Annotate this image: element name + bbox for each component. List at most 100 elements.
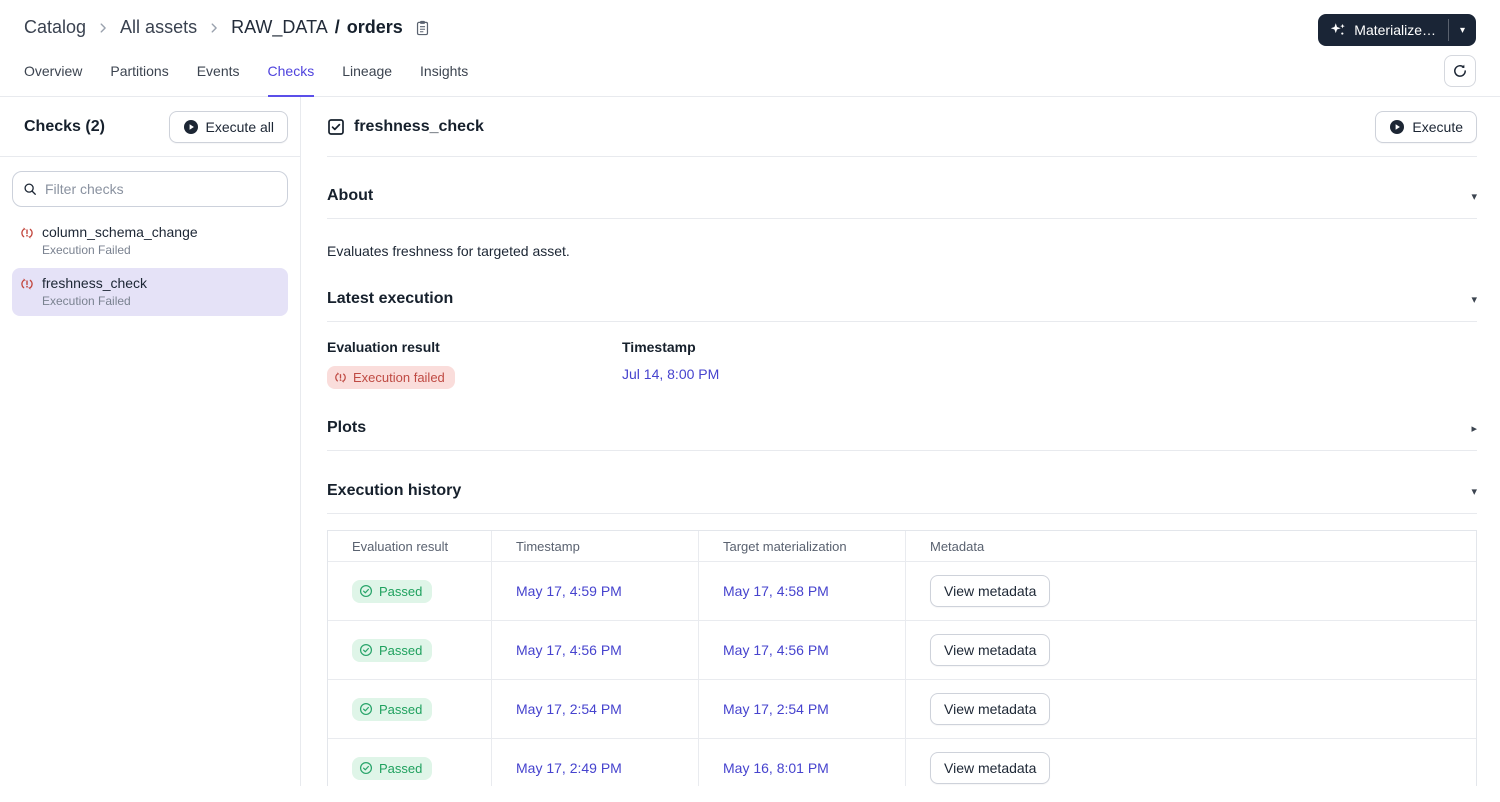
passed-badge-label: Passed bbox=[379, 701, 423, 717]
latest-timestamp-link[interactable]: Jul 14, 8:00 PM bbox=[622, 366, 719, 382]
content: Checks (2) Execute all column_schema_cha… bbox=[0, 97, 1500, 786]
row-timestamp-link[interactable]: May 17, 2:54 PM bbox=[516, 701, 622, 717]
execution-failed-badge: Execution failed bbox=[327, 366, 455, 389]
copy-icon[interactable] bbox=[415, 19, 430, 37]
check-title-row: freshness_check bbox=[327, 118, 484, 136]
sync-problem-icon bbox=[334, 371, 347, 384]
asset-path-slash: / bbox=[334, 17, 340, 37]
execute-all-label: Execute all bbox=[205, 118, 274, 135]
about-section-heading: About ▾ bbox=[327, 187, 1477, 205]
materialize-button[interactable]: Materialize… bbox=[1318, 14, 1448, 46]
materialize-split-button: Materialize… ▾ bbox=[1318, 14, 1476, 46]
execution-history-table: Evaluation result Timestamp Target mater… bbox=[327, 530, 1477, 786]
execute-button[interactable]: Execute bbox=[1375, 110, 1477, 143]
check-circle-icon bbox=[359, 584, 373, 598]
materialize-label: Materialize… bbox=[1354, 22, 1436, 38]
row-timestamp-link[interactable]: May 17, 2:49 PM bbox=[516, 760, 622, 776]
play-icon bbox=[183, 119, 199, 135]
check-list: column_schema_change Execution Failed fr… bbox=[0, 217, 300, 316]
check-status: Execution Failed bbox=[42, 294, 131, 308]
about-heading-label: About bbox=[327, 187, 374, 204]
breadcrumb-all-assets[interactable]: All assets bbox=[120, 17, 197, 38]
check-name: column_schema_change bbox=[42, 224, 198, 240]
row-target-link[interactable]: May 16, 8:01 PM bbox=[723, 760, 829, 776]
check-item-column-schema-change[interactable]: column_schema_change Execution Failed bbox=[12, 217, 288, 265]
evaluation-result-field: Evaluation result Execution failed bbox=[327, 339, 622, 389]
table-row: Passed May 17, 2:54 PM May 17, 2:54 PM V… bbox=[328, 679, 1476, 738]
check-name: freshness_check bbox=[42, 275, 148, 291]
evaluation-result-value: Execution failed bbox=[327, 366, 622, 389]
row-target-link[interactable]: May 17, 4:56 PM bbox=[723, 642, 829, 658]
caret-down-icon[interactable]: ▾ bbox=[1471, 293, 1477, 306]
view-metadata-button[interactable]: View metadata bbox=[930, 752, 1051, 784]
chevron-right-icon bbox=[207, 21, 221, 35]
asset-group[interactable]: RAW_DATA bbox=[231, 17, 328, 38]
refresh-button[interactable] bbox=[1444, 55, 1476, 87]
passed-badge-label: Passed bbox=[379, 760, 423, 776]
check-circle-icon bbox=[359, 643, 373, 657]
sparkle-icon bbox=[1329, 21, 1347, 39]
section-divider bbox=[327, 450, 1477, 451]
table-header-row: Evaluation result Timestamp Target mater… bbox=[328, 531, 1476, 561]
execution-history-heading: Execution history ▾ bbox=[327, 482, 1477, 500]
breadcrumb-asset: RAW_DATA / orders bbox=[231, 17, 403, 38]
refresh-icon bbox=[1452, 63, 1468, 79]
row-target-link[interactable]: May 17, 2:54 PM bbox=[723, 701, 829, 717]
row-timestamp-link[interactable]: May 17, 4:59 PM bbox=[516, 583, 622, 599]
passed-badge: Passed bbox=[352, 579, 433, 603]
search-icon bbox=[23, 182, 37, 196]
latest-execution-grid: Evaluation result Execution failed Times… bbox=[327, 339, 1477, 389]
plots-heading-label: Plots bbox=[327, 419, 367, 436]
execute-label: Execute bbox=[1412, 118, 1463, 135]
chevron-right-icon bbox=[96, 21, 110, 35]
sync-problem-icon bbox=[20, 224, 42, 240]
tab-checks[interactable]: Checks bbox=[267, 47, 315, 97]
caret-right-icon[interactable]: ▸ bbox=[1471, 422, 1477, 435]
play-icon bbox=[1389, 119, 1405, 135]
check-detail-pane: freshness_check Execute About ▾ Evaluate… bbox=[301, 97, 1500, 786]
passed-badge: Passed bbox=[352, 638, 433, 662]
view-metadata-button[interactable]: View metadata bbox=[930, 634, 1051, 666]
tab-lineage[interactable]: Lineage bbox=[342, 47, 392, 97]
check-circle-icon bbox=[359, 761, 373, 775]
tab-events[interactable]: Events bbox=[197, 47, 240, 97]
tab-partitions[interactable]: Partitions bbox=[110, 47, 168, 97]
row-target-link[interactable]: May 17, 4:58 PM bbox=[723, 583, 829, 599]
sidebar-header: Checks (2) Execute all bbox=[0, 97, 300, 157]
check-status: Execution Failed bbox=[42, 243, 131, 257]
checks-sidebar: Checks (2) Execute all column_schema_cha… bbox=[0, 97, 301, 786]
tab-insights[interactable]: Insights bbox=[420, 47, 468, 97]
filter-checks-input[interactable] bbox=[45, 181, 277, 197]
view-metadata-button[interactable]: View metadata bbox=[930, 693, 1051, 725]
evaluation-result-label: Evaluation result bbox=[327, 339, 440, 355]
check-title: freshness_check bbox=[354, 117, 484, 135]
col-evaluation-result: Evaluation result bbox=[352, 538, 449, 554]
table-row: Passed May 17, 4:56 PM May 17, 4:56 PM V… bbox=[328, 620, 1476, 679]
latest-execution-heading: Latest execution ▾ bbox=[327, 290, 1477, 308]
caret-down-icon[interactable]: ▾ bbox=[1471, 485, 1477, 498]
passed-badge: Passed bbox=[352, 756, 433, 780]
filter-checks-field bbox=[12, 171, 288, 207]
passed-badge: Passed bbox=[352, 697, 433, 721]
tab-overview[interactable]: Overview bbox=[24, 47, 82, 97]
execution-failed-badge-label: Execution failed bbox=[353, 370, 445, 385]
check-task-icon bbox=[327, 118, 345, 136]
col-timestamp: Timestamp bbox=[491, 531, 698, 561]
table-body: Passed May 17, 4:59 PM May 17, 4:58 PM V… bbox=[328, 561, 1476, 786]
plots-section-heading: Plots ▸ bbox=[327, 419, 1477, 437]
section-divider bbox=[327, 321, 1477, 322]
view-metadata-button[interactable]: View metadata bbox=[930, 575, 1051, 607]
execute-all-button[interactable]: Execute all bbox=[168, 110, 288, 143]
check-item-freshness-check[interactable]: freshness_check Execution Failed bbox=[12, 268, 288, 316]
breadcrumb-catalog[interactable]: Catalog bbox=[24, 17, 86, 38]
passed-badge-label: Passed bbox=[379, 583, 423, 599]
caret-down-icon[interactable]: ▾ bbox=[1471, 190, 1477, 203]
about-body: Evaluates freshness for targeted asset. bbox=[327, 243, 570, 259]
execution-history-heading-label: Execution history bbox=[327, 482, 462, 499]
materialize-dropdown-button[interactable]: ▾ bbox=[1449, 14, 1476, 46]
row-timestamp-link[interactable]: May 17, 4:56 PM bbox=[516, 642, 622, 658]
passed-badge-label: Passed bbox=[379, 642, 423, 658]
asset-name: orders bbox=[346, 17, 403, 37]
sync-problem-icon bbox=[20, 275, 42, 291]
check-circle-icon bbox=[359, 702, 373, 716]
